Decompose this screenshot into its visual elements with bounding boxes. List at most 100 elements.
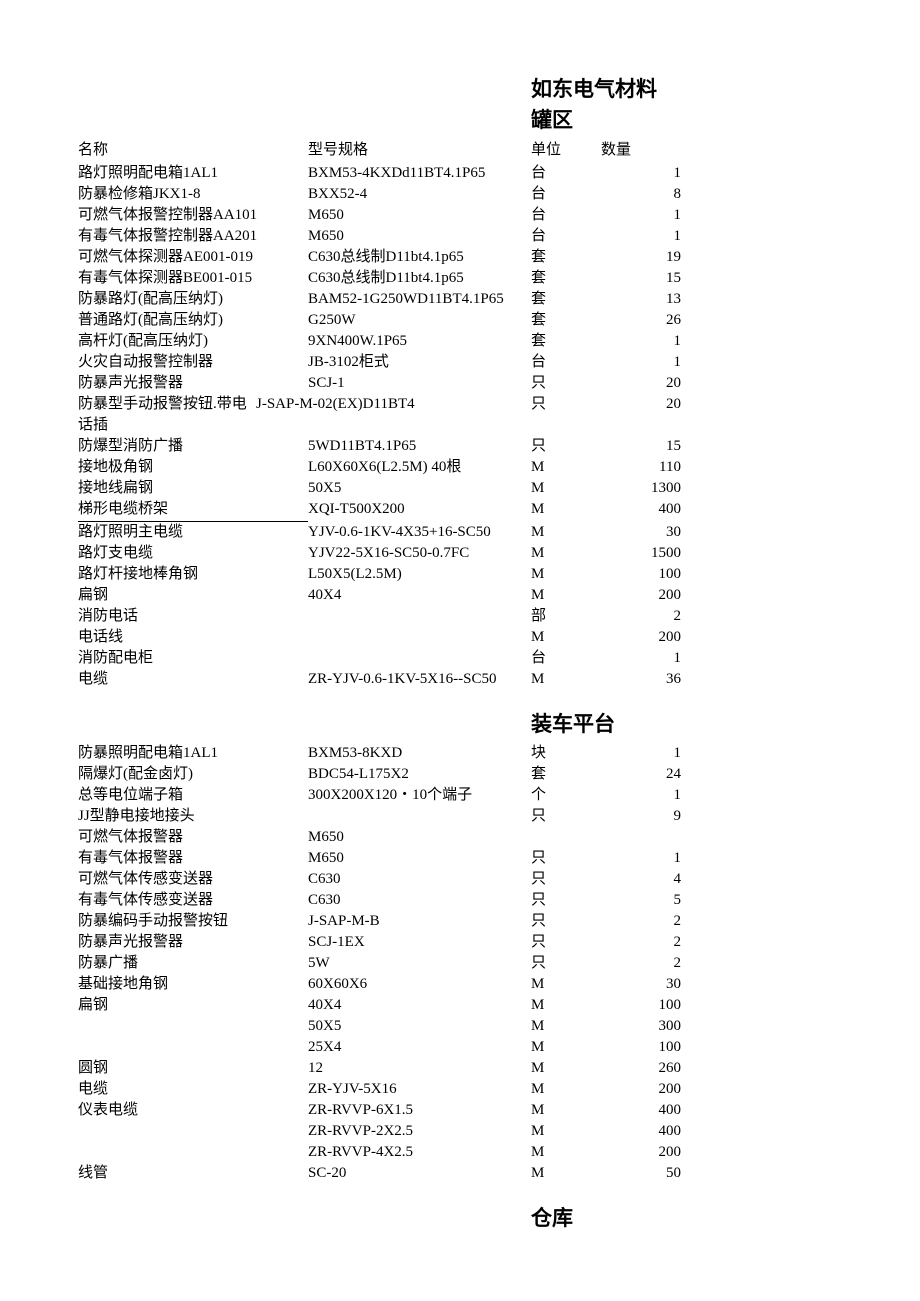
cell-spec: BDC54-L175X2 xyxy=(308,764,531,785)
cell-qty: 2 xyxy=(601,911,681,932)
cell-qty: 30 xyxy=(601,522,681,543)
cell-unit: M xyxy=(531,1100,601,1121)
cell-spec: J-SAP-M-B xyxy=(308,911,531,932)
table-row: 防爆型消防广播5WD11BT4.1P65只15 xyxy=(78,436,842,457)
cell-spec: 25X4 xyxy=(308,1037,531,1058)
table-row: 火灾自动报警控制器JB-3102柜式台1 xyxy=(78,352,842,373)
cell-qty: 100 xyxy=(601,1037,681,1058)
cell-qty: 36 xyxy=(601,669,681,690)
cell-qty: 100 xyxy=(601,995,681,1016)
cell-qty: 26 xyxy=(601,310,681,331)
cell-qty: 400 xyxy=(601,1121,681,1142)
cell-spec: SCJ-1 xyxy=(308,373,531,394)
table-row: 电缆ZR-YJV-0.6-1KV-5X16--SC50M36 xyxy=(78,669,842,690)
cell-spec: 40X4 xyxy=(308,585,531,606)
cell-spec: SC-20 xyxy=(308,1163,531,1184)
cell-unit: M xyxy=(531,669,601,690)
cell-unit: M xyxy=(531,995,601,1016)
cell-qty: 5 xyxy=(601,890,681,911)
cell-unit: M xyxy=(531,522,601,543)
section3-title: 仓库 xyxy=(531,1204,842,1233)
cell-name: 可燃气体报警控制器AA101 xyxy=(78,205,308,226)
cell-name: 防暴广播 xyxy=(78,953,308,974)
cell-unit: 只 xyxy=(531,911,601,932)
cell-name: 路灯支电缆 xyxy=(78,543,308,564)
cell-qty: 1 xyxy=(601,648,681,669)
cell-qty: 19 xyxy=(601,247,681,268)
cell-qty: 2 xyxy=(601,953,681,974)
cell-spec: JB-3102柜式 xyxy=(308,352,531,373)
table-row: 防暴广播5W只2 xyxy=(78,953,842,974)
table-row: 25X4M100 xyxy=(78,1037,842,1058)
table-row: 总等电位端子箱300X200X120・10个端子个1 xyxy=(78,785,842,806)
table-row: 可燃气体传感变送器 C630只4 xyxy=(78,869,842,890)
cell-spec: C630 xyxy=(308,869,531,890)
cell-name: JJ型静电接地接头 xyxy=(78,806,308,827)
cell-qty: 50 xyxy=(601,1163,681,1184)
table-row: 50X5M300 xyxy=(78,1016,842,1037)
table-row: 高杆灯(配高压纳灯)9XN400W.1P65套1 xyxy=(78,331,842,352)
cell-qty: 4 xyxy=(601,869,681,890)
cell-name: 仪表电缆 xyxy=(78,1100,308,1121)
cell-unit: 只 xyxy=(531,394,601,415)
cell-spec: C630总线制D11bt4.1p65 xyxy=(308,268,531,289)
cell-spec: M650 xyxy=(308,848,531,869)
cell-qty: 300 xyxy=(601,1016,681,1037)
cell-name: 圆钢 xyxy=(78,1058,308,1079)
section2-title: 装车平台 xyxy=(531,710,842,739)
table-row: 消防电话部2 xyxy=(78,606,842,627)
cell-name: 消防电话 xyxy=(78,606,308,627)
col-header-qty: 数量 xyxy=(601,140,681,161)
table-row: 电缆ZR-YJV-5X16M200 xyxy=(78,1079,842,1100)
cell-unit: M xyxy=(531,1058,601,1079)
cell-spec: BAM52-1G250WD11BT4.1P65 xyxy=(308,289,531,310)
cell-name: 有毒气体报警器 xyxy=(78,848,308,869)
table-row: 线管SC-20M50 xyxy=(78,1163,842,1184)
table-row: 仪表电缆ZR-RVVP-6X1.5M400 xyxy=(78,1100,842,1121)
cell-unit: 只 xyxy=(531,953,601,974)
cell-name: 梯形电缆桥架 xyxy=(78,499,308,522)
cell-name: 防暴检修箱JKX1-8 xyxy=(78,184,308,205)
cell-name: 接地极角钢 xyxy=(78,457,308,478)
cell-name: 电话线 xyxy=(78,627,308,648)
cell-qty: 110 xyxy=(601,457,681,478)
cell-qty: 9 xyxy=(601,806,681,827)
table-row: 基础接地角钢60X60X6M30 xyxy=(78,974,842,995)
cell-spec: YJV-0.6-1KV-4X35+16-SC50 xyxy=(308,522,531,543)
cell-qty: 1 xyxy=(601,352,681,373)
cell-spec: SCJ-1EX xyxy=(308,932,531,953)
cell-spec: ZR-RVVP-2X2.5 xyxy=(308,1121,531,1142)
cell-name: 有毒气体传感变送器 xyxy=(78,890,308,911)
table-row: 隔爆灯(配金卤灯)BDC54-L175X2套24 xyxy=(78,764,842,785)
cell-name: 防暴照明配电箱1AL1 xyxy=(78,743,308,764)
cell-name: 可燃气体传感变送器 xyxy=(78,869,308,890)
cell-name: 防暴声光报警器 xyxy=(78,373,308,394)
table-row: 路灯照明配电箱1AL1BXM53-4KXDd11BT4.1P65台1 xyxy=(78,163,842,184)
table-row: 接地线扁钢50X5M1300 xyxy=(78,478,842,499)
cell-qty: 1 xyxy=(601,743,681,764)
table-row: 可燃气体报警器M650 xyxy=(78,827,842,848)
table-row: 防暴型手动报警按钮.带电话插J-SAP-M-02(EX)D11BT4只20 xyxy=(78,394,842,436)
cell-qty: 2 xyxy=(601,606,681,627)
cell-unit: M xyxy=(531,974,601,995)
cell-unit: 套 xyxy=(531,268,601,289)
cell-spec: L60X60X6(L2.5M) 40根 xyxy=(308,457,531,478)
cell-name: 防爆型消防广播 xyxy=(78,436,308,457)
cell-unit: M xyxy=(531,1121,601,1142)
cell-spec: BXM53-4KXDd11BT4.1P65 xyxy=(308,163,531,184)
cell-unit: M xyxy=(531,1142,601,1163)
cell-qty: 400 xyxy=(601,499,681,520)
cell-name: 接地线扁钢 xyxy=(78,478,308,499)
cell-unit: 套 xyxy=(531,331,601,352)
cell-name: 普通路灯(配高压纳灯) xyxy=(78,310,308,331)
cell-qty: 15 xyxy=(601,268,681,289)
cell-qty: 260 xyxy=(601,1058,681,1079)
table-row: 可燃气体探测器AE001-019C630总线制D11bt4.1p65套19 xyxy=(78,247,842,268)
cell-unit: 套 xyxy=(531,764,601,785)
table-row: 圆钢 12M260 xyxy=(78,1058,842,1079)
cell-qty: 1 xyxy=(601,331,681,352)
cell-name: 扁钢 xyxy=(78,995,308,1016)
cell-qty: 30 xyxy=(601,974,681,995)
table-row: 防暴检修箱JKX1-8BXX52-4台8 xyxy=(78,184,842,205)
cell-spec: XQI-T500X200 xyxy=(308,499,531,520)
